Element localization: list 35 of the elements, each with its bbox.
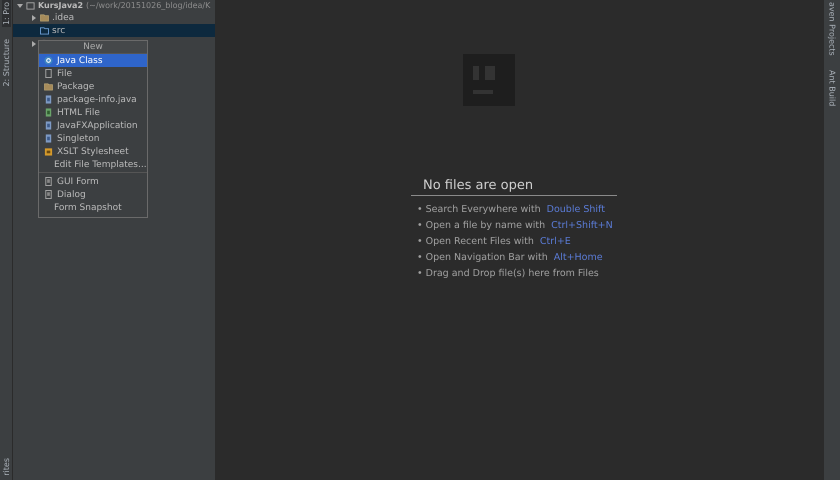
collapsed-arrow-icon[interactable]	[31, 40, 37, 46]
class-icon	[44, 56, 53, 65]
menu-item[interactable]: Edit File Templates...	[39, 158, 147, 173]
tool-window-tab[interactable]: Ant Build	[828, 68, 836, 108]
tool-window-tab[interactable]: rites	[2, 456, 10, 478]
tool-window-tab[interactable]: 1: Pro	[2, 0, 10, 28]
menu-item[interactable]: Form Snapshot	[39, 201, 147, 214]
hint-text: • Open Recent Files with Ctrl+E	[417, 236, 572, 247]
menu-item[interactable]: File	[39, 67, 147, 80]
tool-window-tab[interactable]: 2: Structure	[2, 37, 10, 89]
menu-item[interactable]: Singleton	[39, 132, 147, 145]
tree-row[interactable]: .idea	[13, 11, 215, 24]
menu-item[interactable]: package-info.java	[39, 93, 147, 106]
menu-item[interactable]: HTML File	[39, 106, 147, 119]
menu-item[interactable]: Package	[39, 80, 147, 93]
hint-text: • Drag and Drop file(s) here from Files	[417, 268, 600, 279]
empty-editor-title: No files are open	[411, 178, 617, 196]
menu-item[interactable]: Dialog	[39, 188, 147, 201]
hint-text: • Open a file by name with Ctrl+Shift+N	[417, 220, 614, 231]
menu-item[interactable]: GUI Form	[39, 175, 147, 188]
tree-row[interactable]: src	[13, 24, 215, 37]
tool-window-tab[interactable]: aven Projects	[828, 0, 836, 58]
popup-title: New	[39, 41, 147, 54]
module-icon	[26, 1, 35, 10]
project-name[interactable]: KursJava2	[38, 1, 84, 10]
hint-text: • Search Everywhere with Double Shift	[417, 204, 606, 215]
project-path: (~/work/20151026_blog/idea/K	[86, 1, 210, 10]
expanded-arrow-icon[interactable]	[17, 2, 23, 8]
folder-icon	[44, 82, 53, 91]
hint-text: • Open Navigation Bar with Alt+Home	[417, 252, 604, 263]
menu-item[interactable]: XSLT Stylesheet	[39, 145, 147, 158]
collapsed-arrow-icon[interactable]	[31, 14, 37, 20]
file-icon	[44, 69, 53, 78]
menu-item[interactable]: JavaFXApplication	[39, 119, 147, 132]
menu-item[interactable]: Java Class	[39, 54, 147, 67]
